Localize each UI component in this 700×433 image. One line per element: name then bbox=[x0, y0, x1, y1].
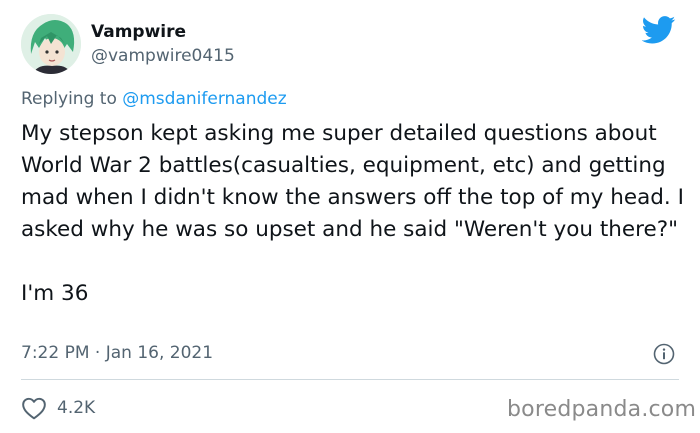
info-icon[interactable] bbox=[652, 342, 676, 366]
twitter-bird-icon[interactable] bbox=[642, 16, 676, 44]
user-handle[interactable]: @vampwire0415 bbox=[91, 46, 235, 66]
tweet-text: My stepson kept asking me super detailed… bbox=[21, 121, 684, 306]
avatar-illustration bbox=[21, 14, 81, 74]
divider bbox=[21, 379, 679, 380]
like-count: 4.2K bbox=[57, 398, 96, 418]
tweet-timestamp[interactable]: 7:22 PM · Jan 16, 2021 bbox=[21, 343, 213, 363]
like-button[interactable]: 4.2K bbox=[21, 394, 95, 422]
heart-icon bbox=[22, 397, 46, 420]
reply-mention-link[interactable]: @msdanifernandez bbox=[122, 89, 286, 109]
reply-context: Replying to @msdanifernandez bbox=[21, 89, 287, 109]
avatar[interactable] bbox=[21, 14, 81, 74]
display-name[interactable]: Vampwire bbox=[91, 22, 186, 42]
reply-prefix: Replying to bbox=[21, 89, 117, 109]
watermark: boredpanda.com bbox=[507, 397, 697, 422]
